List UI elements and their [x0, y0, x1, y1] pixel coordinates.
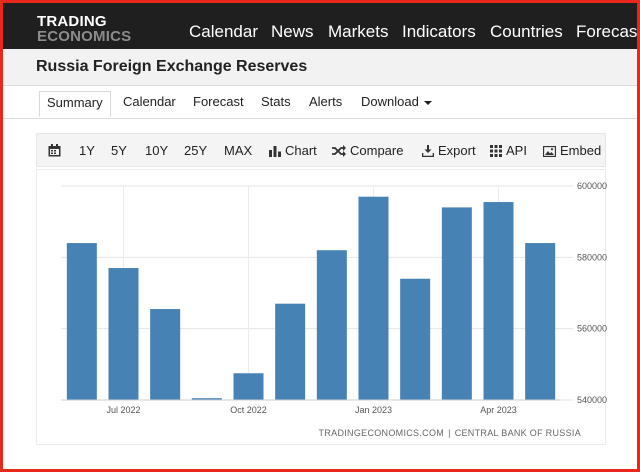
range-25y-button[interactable]: 25Y: [184, 143, 207, 159]
bar-chart-icon: [269, 146, 281, 157]
nav-forecast[interactable]: Forecast: [576, 22, 637, 42]
chart-bar: [400, 278, 431, 400]
chart-type-button[interactable]: Chart: [269, 143, 317, 159]
compare-button[interactable]: Compare: [332, 143, 403, 159]
chart-bar: [108, 268, 139, 400]
tab-summary[interactable]: Summary: [39, 91, 111, 117]
page-title: Russia Foreign Exchange Reserves: [36, 58, 308, 75]
title-bar: Russia Foreign Exchange Reserves: [3, 49, 637, 86]
tab-bar: Summary Calendar Forecast Stats Alerts D…: [3, 86, 637, 119]
logo-line-2: ECONOMICS: [37, 28, 132, 45]
nav-news[interactable]: News: [271, 22, 314, 42]
nav-markets[interactable]: Markets: [328, 22, 388, 42]
tab-alerts[interactable]: Alerts: [309, 91, 342, 117]
export-button[interactable]: Export: [421, 143, 476, 159]
nav-calendar[interactable]: Calendar: [189, 22, 258, 42]
source-separator: |: [448, 428, 451, 438]
nav-countries[interactable]: Countries: [490, 22, 563, 42]
trading-economics-logo[interactable]: TRADING ECONOMICS: [37, 14, 147, 44]
y-tick-label: 600000: [577, 181, 607, 191]
calendar-icon[interactable]: [48, 143, 65, 159]
chart-bar: [233, 373, 264, 400]
chart-type-label: Chart: [285, 143, 317, 158]
compare-label: Compare: [350, 143, 404, 158]
tab-download-label: Download: [361, 94, 419, 109]
export-label: Export: [438, 143, 476, 158]
api-button[interactable]: API: [490, 143, 527, 159]
y-tick-label: 540000: [577, 395, 607, 405]
source-provider: CENTRAL BANK OF RUSSIA: [454, 428, 581, 438]
top-navigation: TRADING ECONOMICS Calendar News Markets …: [3, 3, 637, 49]
image-icon: [542, 145, 557, 158]
x-tick-label: Oct 2022: [230, 405, 267, 415]
chart-bar: [441, 207, 472, 400]
range-5y-button[interactable]: 5Y: [111, 143, 127, 159]
x-tick-label: Apr 2023: [480, 405, 517, 415]
chart-bar: [483, 202, 514, 400]
grid-icon: [490, 145, 502, 157]
source-site: TRADINGECONOMICS.COM: [318, 428, 445, 438]
nav-indicators[interactable]: Indicators: [402, 22, 476, 42]
x-tick-label: Jan 2023: [355, 405, 392, 415]
chevron-down-icon: [423, 100, 432, 105]
bar-chart: 600000 580000 560000 540000 Jul 2022 Oct 2022…: [61, 181, 607, 415]
y-tick-label: 580000: [577, 252, 607, 262]
tab-stats[interactable]: Stats: [261, 91, 291, 117]
range-10y-button[interactable]: 10Y: [145, 143, 168, 159]
chart-toolbar: 1Y 5Y 10Y 25Y MAX Chart Compare Export A…: [36, 133, 606, 167]
chart-bar: [358, 196, 389, 400]
chart-bar: [525, 243, 556, 400]
range-max-button[interactable]: MAX: [224, 143, 252, 159]
range-1y-button[interactable]: 1Y: [79, 143, 95, 159]
chart-source: TRADINGECONOMICS.COM | CENTRAL BANK OF RUS…: [319, 428, 581, 438]
tab-download[interactable]: Download: [361, 91, 432, 117]
api-label: API: [506, 143, 527, 158]
chart-bar: [316, 250, 347, 400]
chart-bar: [275, 303, 306, 400]
y-tick-label: 560000: [577, 324, 607, 334]
chart-bar: [150, 309, 181, 400]
embed-label: Embed: [560, 143, 602, 158]
download-icon: [421, 145, 435, 158]
shuffle-icon: [332, 145, 346, 157]
chart-area: 600000 580000 560000 540000 Jul 2022 Oct 2022…: [36, 169, 607, 445]
tab-forecast[interactable]: Forecast: [193, 91, 244, 117]
x-tick-label: Jul 2022: [106, 405, 140, 415]
logo-line-1: TRADING: [37, 13, 107, 30]
browser-frame: TRADING ECONOMICS Calendar News Markets …: [0, 0, 640, 472]
chart-bar: [66, 243, 97, 400]
tab-calendar[interactable]: Calendar: [123, 91, 176, 117]
embed-button[interactable]: Embed: [542, 143, 602, 159]
